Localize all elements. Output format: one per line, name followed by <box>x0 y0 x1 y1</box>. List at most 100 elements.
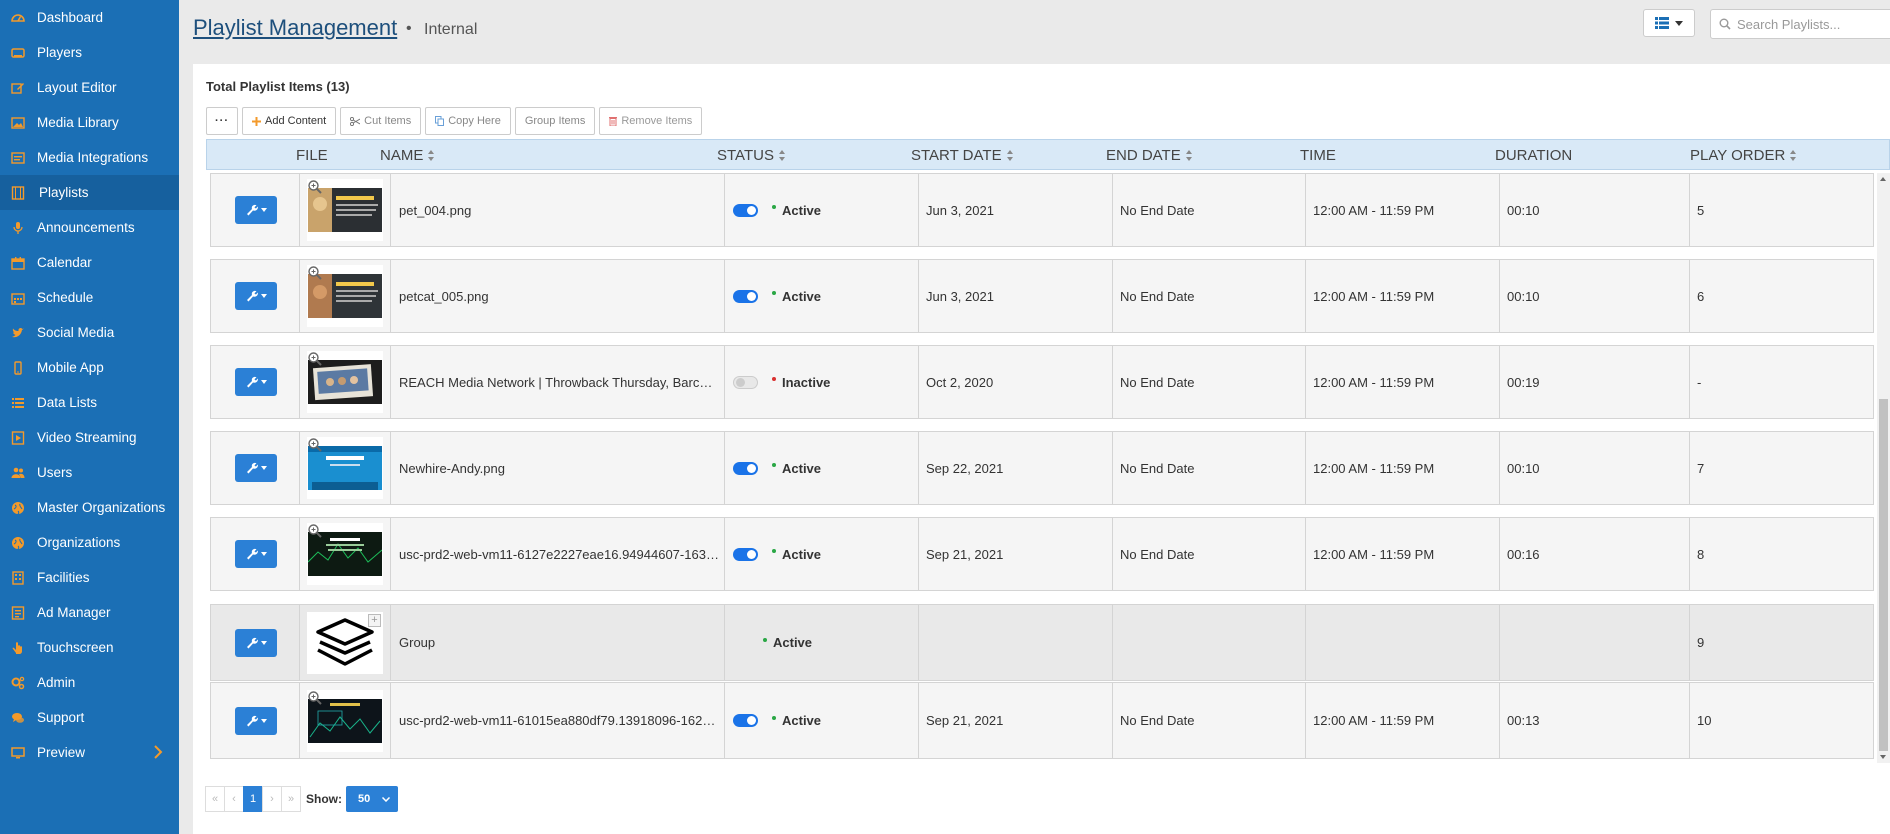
column-header-end-date[interactable]: END DATE <box>1106 147 1193 164</box>
sidebar-item-announcements[interactable]: Announcements <box>0 210 179 245</box>
status-toggle[interactable] <box>733 547 758 561</box>
sidebar-item-label: Video Streaming <box>37 430 137 445</box>
file-thumbnail[interactable] <box>307 265 383 327</box>
zoom-icon[interactable] <box>307 179 323 195</box>
row-actions-button[interactable] <box>235 454 277 482</box>
column-header-name[interactable]: NAME <box>380 147 435 164</box>
zoom-icon[interactable] <box>307 523 323 539</box>
search-input[interactable] <box>1737 16 1890 32</box>
row-actions-button[interactable] <box>235 628 277 657</box>
group-items-button[interactable]: Group Items <box>514 107 596 135</box>
status-toggle[interactable] <box>733 375 758 389</box>
sidebar-item-master-organizations[interactable]: Master Organizations <box>0 490 179 525</box>
sidebar-item-touchscreen[interactable]: Touchscreen <box>0 630 179 665</box>
table-row[interactable]: REACH Media Network | Throwback Thursday… <box>210 345 1874 419</box>
sidebar-item-players[interactable]: Players <box>0 35 179 70</box>
status-text: Active <box>782 546 822 562</box>
sidebar-item-media-library[interactable]: Media Library <box>0 105 179 140</box>
status-dot-icon <box>772 377 776 381</box>
file-thumbnail[interactable] <box>307 689 383 752</box>
table-row[interactable]: usc-prd2-web-vm11-6127e2227eae16.9494460… <box>210 517 1874 591</box>
order-value: - <box>1697 374 1702 390</box>
file-thumbnail[interactable] <box>307 437 383 499</box>
row-actions-button[interactable] <box>235 706 277 735</box>
column-header-status[interactable]: STATUS <box>717 147 786 164</box>
copy-here-button[interactable]: Copy Here <box>425 107 511 135</box>
sidebar-item-label: Media Library <box>37 115 119 130</box>
cell-name: petcat_005.png <box>391 260 725 332</box>
sidebar-item-data-lists[interactable]: Data Lists <box>0 385 179 420</box>
scroll-down-arrow[interactable] <box>1880 755 1886 759</box>
table-row[interactable]: pet_004.png Active Jun 3, 2021 No End Date 1… <box>210 173 1874 247</box>
caret-down-icon <box>260 208 267 212</box>
sidebar-item-label: Users <box>37 465 73 480</box>
sidebar-item-mobile-app[interactable]: Mobile App <box>0 350 179 385</box>
add-content-button[interactable]: Add Content <box>242 107 337 135</box>
first-page-button[interactable]: « <box>205 786 225 812</box>
cut-items-button[interactable]: Cut Items <box>340 107 422 135</box>
status-toggle[interactable] <box>733 461 758 475</box>
wrench-icon <box>246 376 258 388</box>
integrations-icon <box>11 151 25 165</box>
scroll-up-arrow[interactable] <box>1880 177 1886 181</box>
next-page-button[interactable]: › <box>262 786 282 812</box>
view-toggle-button[interactable] <box>1643 9 1695 37</box>
column-header-start-date[interactable]: START DATE <box>911 147 1014 164</box>
current-page-button[interactable]: 1 <box>243 786 263 812</box>
sidebar-item-layout-editor[interactable]: Layout Editor <box>0 70 179 105</box>
sort-icon <box>428 150 435 161</box>
sidebar-item-users[interactable]: Users <box>0 455 179 490</box>
column-header-play-order[interactable]: PLAY ORDER <box>1690 147 1797 164</box>
prev-page-button[interactable]: ‹ <box>224 786 244 812</box>
sidebar-item-admin[interactable]: Admin <box>0 665 179 700</box>
row-actions-button[interactable] <box>235 282 277 310</box>
file-thumbnail[interactable] <box>307 523 383 585</box>
cell-end: No End Date <box>1113 260 1306 332</box>
sidebar-item-preview[interactable]: Preview <box>0 735 179 770</box>
caret-down-icon <box>260 380 267 384</box>
page-size-select[interactable]: 50 <box>346 786 398 812</box>
status-toggle[interactable] <box>733 714 758 727</box>
row-actions-button[interactable] <box>235 196 277 224</box>
zoom-icon[interactable] <box>307 351 323 367</box>
table-row[interactable]: usc-prd2-web-vm11-61015ea880df79.1391809… <box>210 682 1874 759</box>
zoom-icon[interactable] <box>307 265 323 281</box>
zoom-icon[interactable] <box>307 690 323 706</box>
row-actions-button[interactable] <box>235 540 277 568</box>
page-title[interactable]: Playlist Management <box>193 15 397 41</box>
sidebar-item-dashboard[interactable]: Dashboard <box>0 0 179 35</box>
scroll-thumb[interactable] <box>1879 399 1888 751</box>
sidebar-item-facilities[interactable]: Facilities <box>0 560 179 595</box>
globe-icon <box>11 536 25 550</box>
table-row[interactable]: Newhire-Andy.png Active Sep 22, 2021 No End… <box>210 431 1874 505</box>
sidebar-item-schedule[interactable]: Schedule <box>0 280 179 315</box>
file-thumbnail[interactable]: + <box>307 611 383 674</box>
file-thumbnail[interactable] <box>307 179 383 241</box>
zoom-icon[interactable] <box>307 437 323 453</box>
cell-start <box>919 605 1113 680</box>
row-actions-button[interactable] <box>235 368 277 396</box>
table-row[interactable]: petcat_005.png Active Jun 3, 2021 No End Da… <box>210 259 1874 333</box>
status-toggle[interactable] <box>733 203 758 217</box>
sidebar-item-ad-manager[interactable]: Ad Manager <box>0 595 179 630</box>
sidebar-item-media-integrations[interactable]: Media Integrations <box>0 140 179 175</box>
sidebar-item-calendar[interactable]: Calendar <box>0 245 179 280</box>
sidebar-item-support[interactable]: Support <box>0 700 179 735</box>
player-icon <box>11 46 25 60</box>
cell-action <box>211 605 300 680</box>
status-toggle[interactable] <box>733 289 758 303</box>
table-row[interactable]: + Group Active 9 <box>210 604 1874 681</box>
scrollbar[interactable] <box>1877 173 1890 763</box>
cell-status: Active <box>725 174 919 246</box>
sidebar-item-organizations[interactable]: Organizations <box>0 525 179 560</box>
sidebar-item-video-streaming[interactable]: Video Streaming <box>0 420 179 455</box>
file-thumbnail[interactable] <box>307 351 383 413</box>
expand-group-icon[interactable]: + <box>368 613 381 627</box>
chevron-right-icon[interactable] <box>153 745 163 759</box>
sidebar-item-social-media[interactable]: Social Media <box>0 315 179 350</box>
remove-items-button[interactable]: Remove Items <box>599 107 703 135</box>
last-page-button[interactable]: » <box>281 786 301 812</box>
sidebar-item-playlists[interactable]: Playlists <box>0 175 179 210</box>
cell-end: No End Date <box>1113 518 1306 590</box>
more-options-button[interactable]: ··· <box>206 107 238 135</box>
